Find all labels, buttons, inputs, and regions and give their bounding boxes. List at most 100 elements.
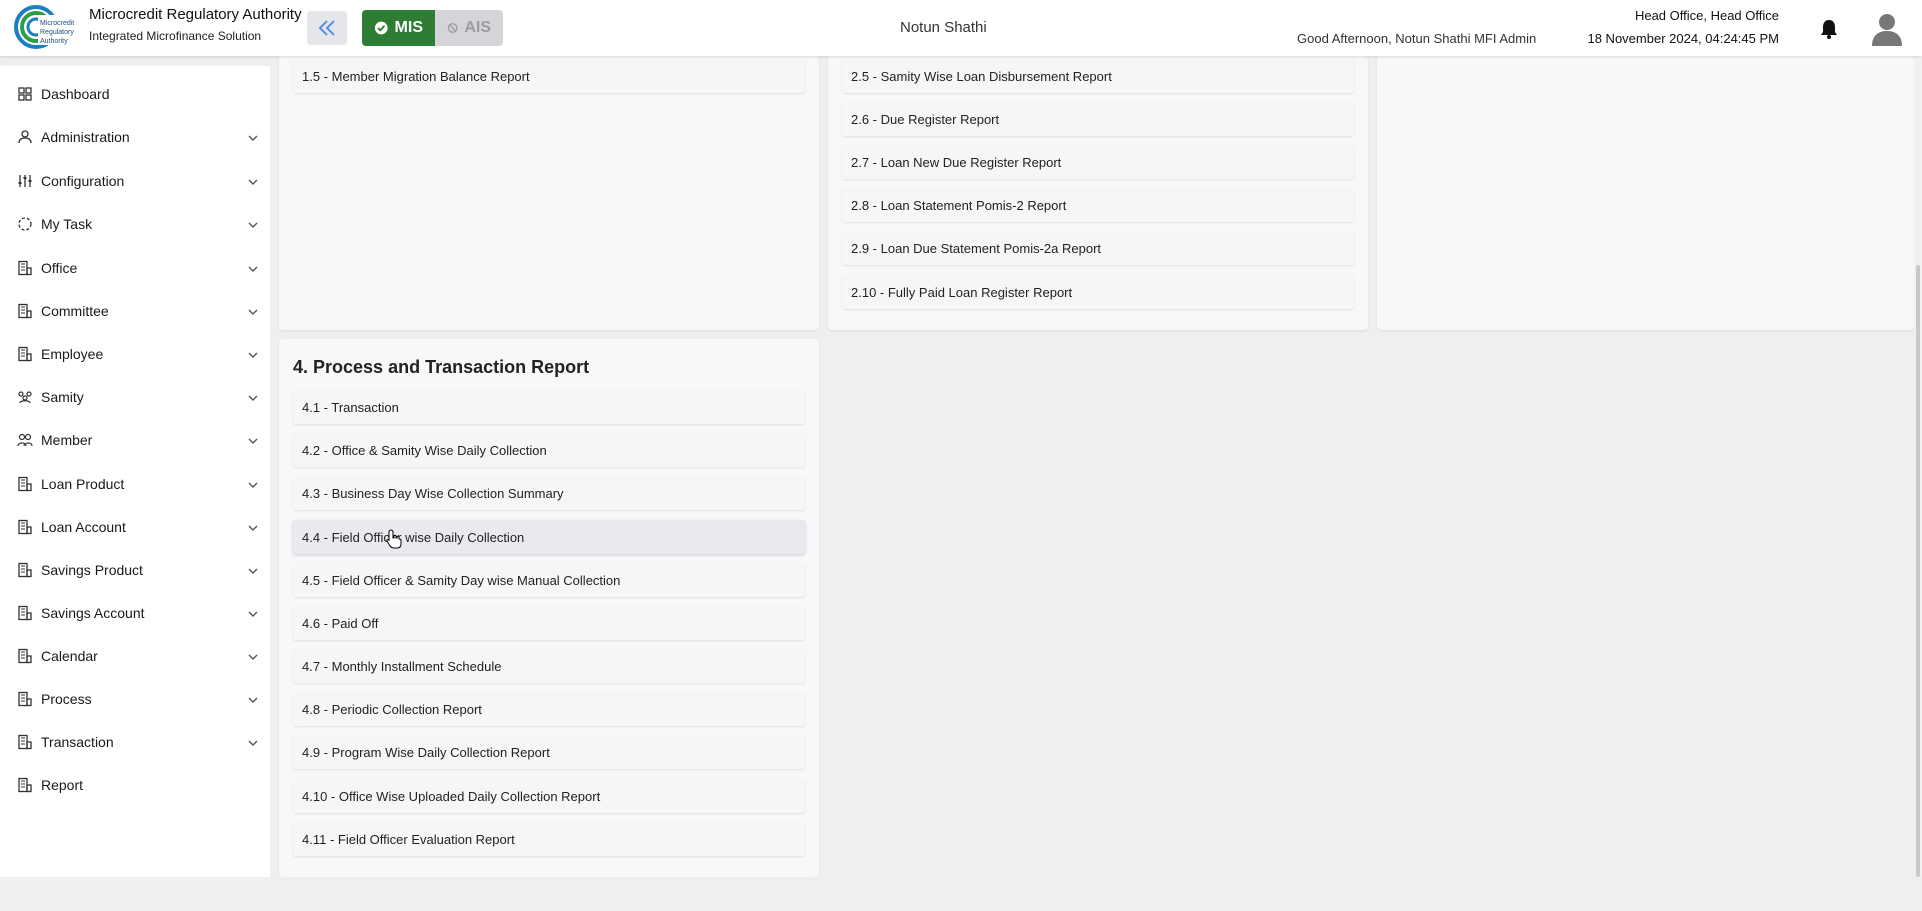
user-avatar-icon [1872, 14, 1902, 46]
sidebar-item-label: Office [41, 260, 78, 276]
chevron-down-icon [248, 266, 258, 272]
report-link[interactable]: 2.8 - Loan Statement Pomis-2 Report [842, 188, 1354, 222]
block-icon [447, 23, 458, 33]
report-icon [17, 777, 33, 793]
sidebar-item-calendar[interactable]: Calendar [0, 638, 270, 674]
sidebar-item-savings-product[interactable]: Savings Product [0, 552, 270, 588]
sidebar-item-office[interactable]: Office [0, 250, 270, 286]
report-link[interactable]: 4.10 - Office Wise Uploaded Daily Collec… [293, 779, 805, 813]
sidebar-collapse-button[interactable] [307, 11, 347, 45]
loan-product-icon [17, 476, 33, 492]
sidebar-item-loan-account[interactable]: Loan Account [0, 509, 270, 545]
org-title: Microcredit Regulatory Authority [89, 6, 302, 23]
sidebar-item-dashboard[interactable]: Dashboard [0, 76, 270, 112]
check-circle-icon [374, 21, 388, 35]
mode-toggle: MIS AIS [362, 10, 503, 46]
chevron-down-icon [248, 740, 258, 746]
svg-text:Regulatory: Regulatory [40, 29, 74, 36]
report-link[interactable]: 2.7 - Loan New Due Register Report [842, 145, 1354, 179]
user-avatar-button[interactable] [1870, 10, 1904, 46]
sidebar-item-process[interactable]: Process [0, 681, 270, 717]
org-subtitle: Integrated Microfinance Solution [89, 29, 262, 43]
sidebar-item-label: Process [41, 691, 92, 707]
admin-icon [17, 129, 33, 145]
sidebar-item-label: My Task [41, 216, 93, 232]
sidebar-item-label: Savings Product [41, 562, 143, 578]
sidebar-item-label: Member [41, 432, 93, 448]
chevron-down-icon [248, 352, 258, 358]
sidebar-item-employee[interactable]: Employee [0, 336, 270, 372]
chevron-down-icon [248, 179, 258, 185]
sliders-icon [17, 173, 33, 189]
report-link[interactable]: 4.5 - Field Officer & Samity Day wise Ma… [293, 563, 805, 597]
mra-logo: Microcredit Regulatory Authority [14, 3, 80, 51]
chevron-down-icon [248, 135, 258, 141]
member-icon [17, 432, 33, 448]
chevron-down-icon [248, 222, 258, 228]
chevron-down-icon [248, 482, 258, 488]
sidebar-item-member[interactable]: Member [0, 422, 270, 458]
report-link[interactable]: 4.2 - Office & Samity Wise Daily Collect… [293, 433, 805, 467]
report-link[interactable]: 4.7 - Monthly Installment Schedule [293, 649, 805, 683]
sidebar: Dashboard Administration Configuration My T… [0, 66, 270, 877]
sidebar-item-label: Transaction [41, 734, 114, 750]
sidebar-item-my-task[interactable]: My Task [0, 206, 270, 242]
notification-button[interactable] [1818, 18, 1840, 40]
loan-account-icon [17, 519, 33, 535]
sidebar-item-administration[interactable]: Administration [0, 119, 270, 155]
mis-label: MIS [394, 19, 423, 36]
report-link[interactable]: 4.3 - Business Day Wise Collection Summa… [293, 476, 805, 510]
sidebar-item-committee[interactable]: Committee [0, 293, 270, 329]
sidebar-item-configuration[interactable]: Configuration [0, 163, 270, 199]
report-link[interactable]: 4.8 - Periodic Collection Report [293, 692, 805, 726]
employee-icon [17, 346, 33, 362]
savings-product-icon [17, 562, 33, 578]
committee-icon [17, 303, 33, 319]
ais-mode-button[interactable]: AIS [435, 10, 503, 46]
sidebar-item-label: Loan Product [41, 476, 125, 492]
svg-text:Authority: Authority [40, 38, 68, 45]
sidebar-item-samity[interactable]: Samity [0, 379, 270, 415]
process-icon [17, 691, 33, 707]
report-link[interactable]: 4.1 - Transaction [293, 390, 805, 424]
report-link[interactable]: 4.11 - Field Officer Evaluation Report [293, 822, 805, 856]
sidebar-item-label: Configuration [41, 173, 125, 189]
mfi-name: Notun Shathi [900, 19, 987, 36]
report-card-col1 [279, 56, 819, 330]
mis-mode-button[interactable]: MIS [362, 10, 435, 46]
bell-icon [1821, 20, 1837, 39]
sidebar-item-label: Dashboard [41, 86, 110, 102]
office-icon [17, 260, 33, 276]
report-link[interactable]: 2.9 - Loan Due Statement Pomis-2a Report [842, 231, 1354, 265]
greeting-text: Good Afternoon, Notun Shathi MFI Admin [1297, 31, 1537, 46]
sidebar-item-label: Committee [41, 303, 109, 319]
sidebar-item-savings-account[interactable]: Savings Account [0, 595, 270, 631]
report-link[interactable]: 1.5 - Member Migration Balance Report [293, 59, 805, 93]
chevron-down-icon [248, 395, 258, 401]
report-link[interactable]: 2.6 - Due Register Report [842, 102, 1354, 136]
report-link[interactable]: 4.4 - Field Officer wise Daily Collectio… [293, 520, 805, 554]
chevron-down-icon [248, 525, 258, 531]
report-link[interactable]: 4.6 - Paid Off [293, 606, 805, 640]
page-scrollbar-thumb[interactable] [1916, 265, 1920, 877]
sidebar-item-loan-product[interactable]: Loan Product [0, 466, 270, 502]
sidebar-item-report[interactable]: Report [0, 767, 270, 803]
chevron-down-icon [248, 697, 258, 703]
chevron-down-icon [248, 568, 258, 574]
report-card-col3 [1377, 56, 1914, 330]
ais-label: AIS [464, 19, 491, 36]
sidebar-item-label: Administration [41, 129, 130, 145]
chevron-down-icon [248, 611, 258, 617]
report-link[interactable]: 2.10 - Fully Paid Loan Register Report [842, 275, 1354, 309]
mouse-cursor-icon [386, 529, 402, 549]
report-link[interactable]: 2.5 - Samity Wise Loan Disbursement Repo… [842, 59, 1354, 93]
grid-icon [17, 86, 33, 102]
footer-strip [0, 877, 1922, 911]
double-chevron-left-icon [318, 20, 335, 36]
report-link[interactable]: 4.9 - Program Wise Daily Collection Repo… [293, 735, 805, 769]
chevron-down-icon [248, 438, 258, 444]
sidebar-item-transaction[interactable]: Transaction [0, 724, 270, 760]
sidebar-item-label: Samity [41, 389, 84, 405]
office-name: Head Office, Head Office [1634, 8, 1779, 23]
calendar-icon [17, 648, 33, 664]
